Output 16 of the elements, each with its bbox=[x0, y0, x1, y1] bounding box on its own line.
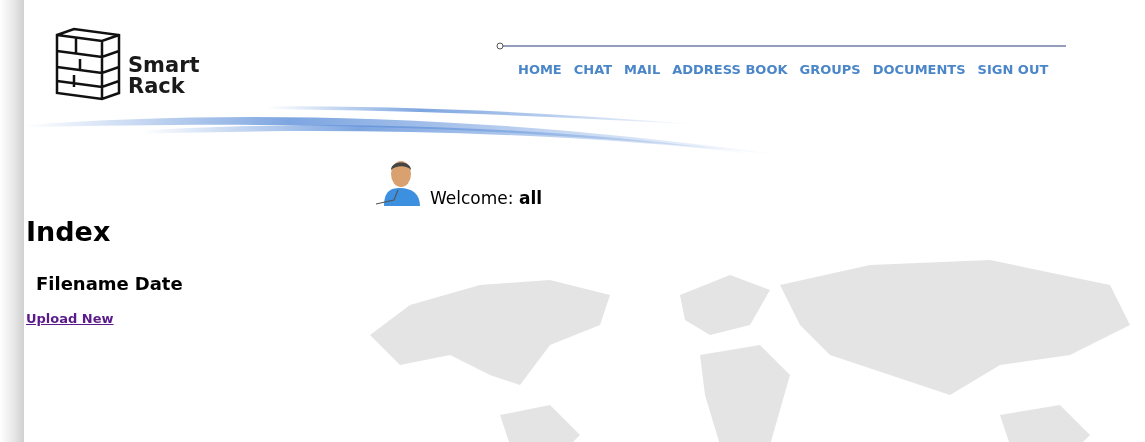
user-icon bbox=[374, 158, 422, 208]
page-title: Index bbox=[26, 216, 112, 249]
logo-text: Rack bbox=[128, 76, 186, 97]
nav-link[interactable]: SIGN OUT bbox=[977, 60, 1049, 80]
logo-text: Smart bbox=[128, 55, 200, 76]
nav-link[interactable]: CHAT bbox=[573, 60, 613, 80]
nav-link[interactable]: GROUPS bbox=[799, 60, 861, 80]
nav-link[interactable]: HOME bbox=[518, 60, 562, 80]
nav-link[interactable]: ADDRESS BOOK bbox=[672, 60, 788, 80]
column-header: Date bbox=[133, 272, 184, 297]
rack-icon bbox=[54, 27, 122, 101]
column-header: Filename bbox=[35, 272, 130, 297]
nav-link[interactable]: DOCUMENTS bbox=[872, 60, 966, 80]
upload-link[interactable]: Upload New bbox=[26, 309, 114, 329]
nav-link[interactable]: MAIL bbox=[624, 60, 661, 80]
welcome-text: Welcome: all bbox=[430, 188, 543, 208]
